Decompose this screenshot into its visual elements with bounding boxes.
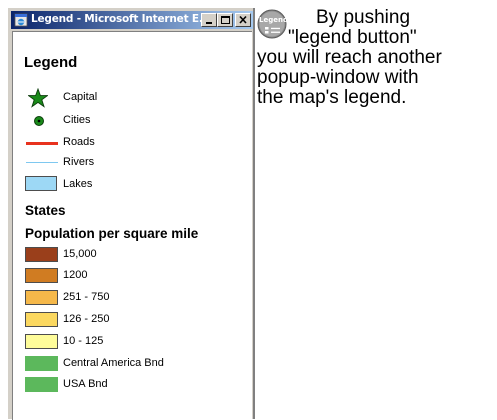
river-line-symbol	[26, 162, 58, 163]
close-button[interactable]	[235, 13, 251, 27]
minimize-icon	[206, 22, 212, 24]
legend-title: Legend	[24, 54, 78, 71]
class-label-251-750: 251 - 750	[63, 291, 110, 303]
legend-label-capital: Capital	[63, 91, 98, 103]
legend-label-cities: Cities	[63, 114, 91, 126]
maximize-button[interactable]	[217, 13, 233, 27]
explanation-line-1: By pushing	[316, 7, 411, 28]
class-label-1200: 1200	[63, 269, 88, 281]
explanation-text: By pushing "legend button" you will reac…	[257, 8, 495, 108]
states-heading: States	[25, 203, 66, 218]
class-label-10-125: 10 - 125	[63, 335, 104, 347]
explanation-line-3: you will reach another	[257, 47, 442, 68]
minimize-button[interactable]	[201, 13, 217, 27]
class-label-central-america-bnd: Central America Bnd	[63, 357, 164, 369]
maximize-icon	[221, 16, 230, 24]
explanation-line-5: the map's legend.	[257, 87, 407, 108]
swatch-1200	[25, 268, 58, 283]
explanation-line-2: "legend button"	[288, 27, 417, 48]
legend-label-roads: Roads	[63, 136, 95, 148]
title-bar[interactable]: Legend - Microsoft Internet E...	[11, 11, 253, 29]
swatch-251-750	[25, 290, 58, 305]
city-dot-icon	[34, 116, 44, 126]
class-label-usa-bnd: USA Bnd	[63, 378, 108, 390]
legend-label-lakes: Lakes	[63, 178, 93, 190]
lake-box-symbol	[25, 176, 57, 191]
capital-star-icon	[28, 88, 48, 108]
swatch-usa-bnd	[25, 377, 58, 392]
swatch-central-america-bnd	[25, 356, 58, 371]
explanation-line-4: popup-window with	[257, 67, 419, 88]
internet-explorer-icon	[14, 13, 28, 27]
road-line-symbol	[26, 142, 58, 145]
legend-label-rivers: Rivers	[63, 156, 95, 168]
swatch-126-250	[25, 312, 58, 327]
swatch-10-125	[25, 334, 58, 349]
window-title: Legend - Microsoft Internet E...	[31, 13, 211, 25]
window-frame-edge	[253, 8, 255, 419]
population-heading: Population per square mile	[25, 226, 199, 241]
close-icon	[239, 15, 247, 24]
class-label-15000: 15,000	[63, 248, 97, 260]
class-label-126-250: 126 - 250	[63, 313, 110, 325]
swatch-15000	[25, 247, 58, 262]
